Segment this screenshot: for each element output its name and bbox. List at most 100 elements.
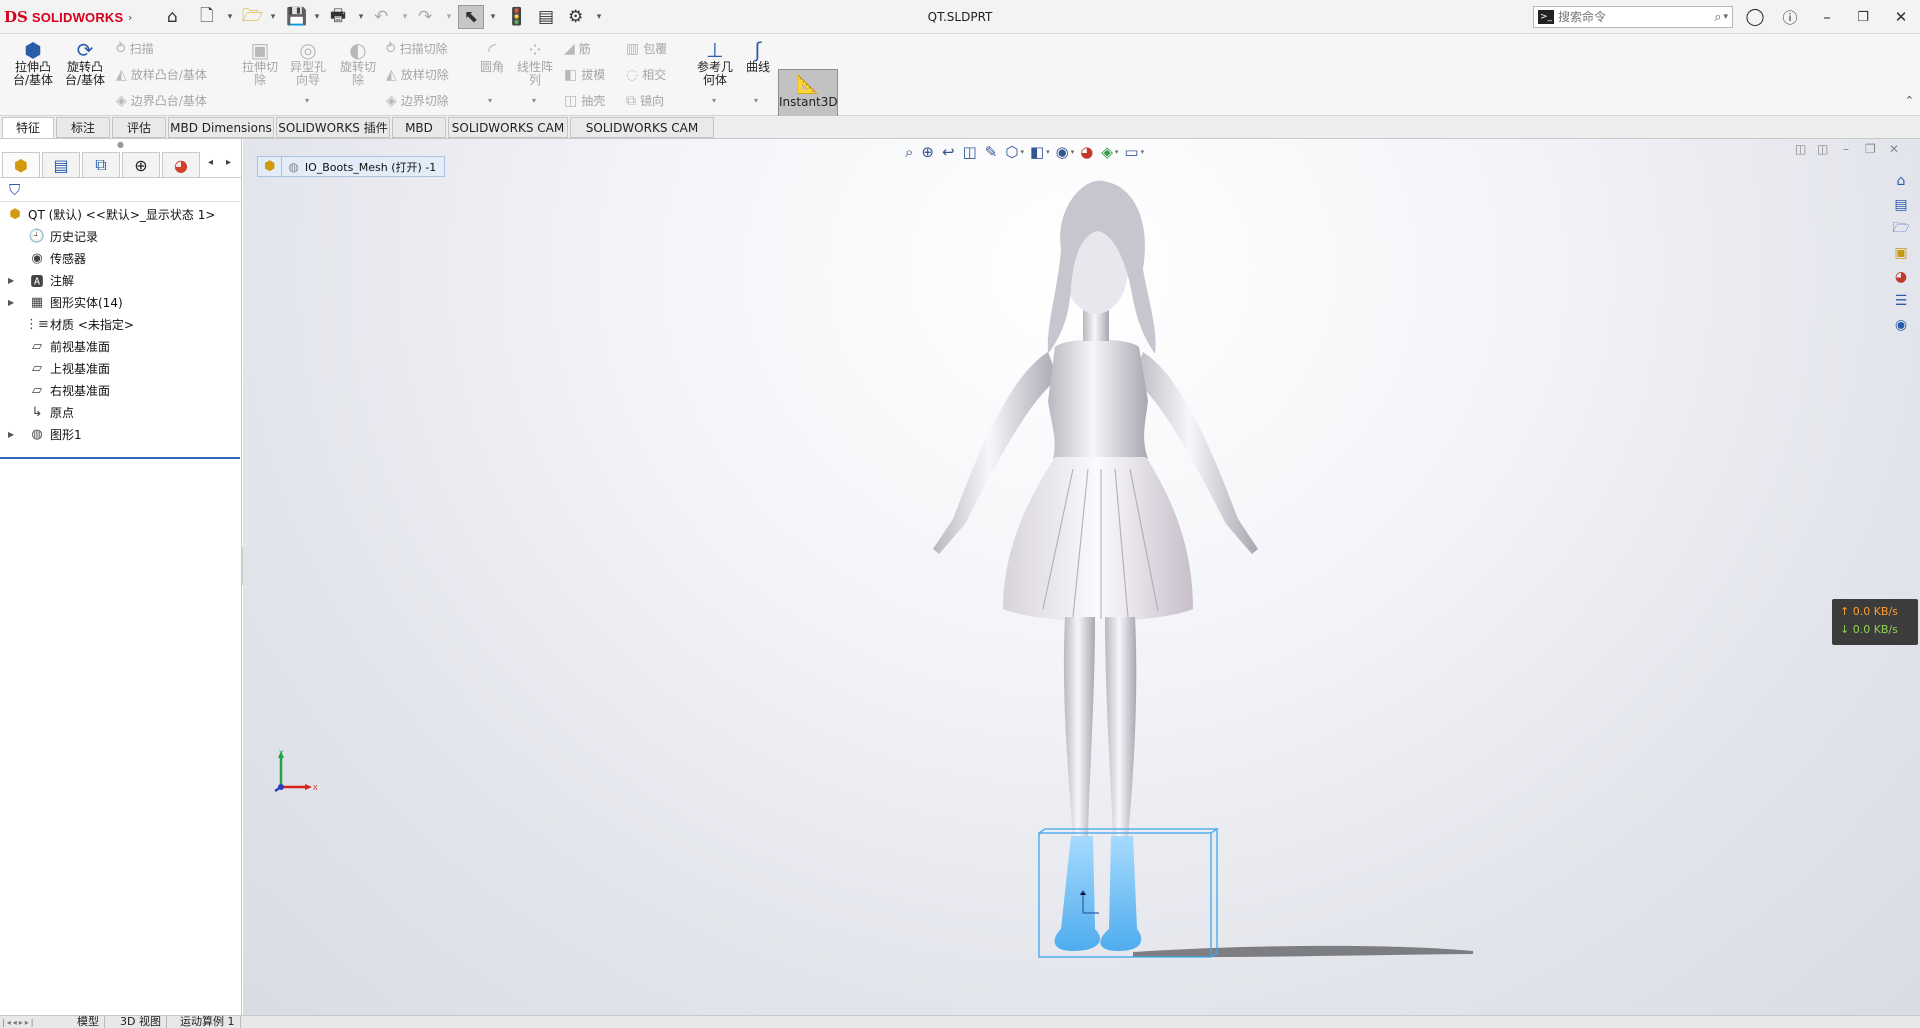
expand-arrow-icon[interactable]: ▶ — [8, 298, 14, 307]
open-dropdown-icon[interactable]: ▾ — [268, 5, 278, 29]
tree-item-mesh-graphic[interactable]: ▶ ◍ 图形1 — [0, 423, 241, 445]
print-dropdown-icon[interactable]: ▾ — [356, 5, 366, 29]
property-manager-tab-icon[interactable]: ▤ — [42, 152, 80, 178]
lofted-cut-button[interactable]: ◭ 放样切除 — [386, 66, 449, 83]
new-dropdown-icon[interactable]: ▾ — [225, 5, 235, 29]
configuration-manager-tab-icon[interactable]: ⧉ — [82, 152, 120, 178]
expand-arrow-icon[interactable]: ▶ — [8, 430, 14, 439]
tab-motion-study-1[interactable]: 运动算例 1 — [175, 1016, 241, 1028]
redo-icon[interactable]: ↷ — [418, 5, 432, 29]
swept-cut-button[interactable]: ⥁ 扫描切除 — [386, 40, 448, 57]
extrude-cut-button[interactable]: ▣ 拉伸切除 — [236, 40, 284, 87]
boundary-cut-button[interactable]: ◈ 边界切除 — [386, 92, 449, 109]
hole-wizard-button[interactable]: ◎ 异型孔向导 — [284, 40, 332, 87]
close-window-icon[interactable]: ✕ — [1886, 4, 1916, 30]
upload-speed: ↑ 0.0 KB/s — [1840, 605, 1898, 618]
restore-window-icon[interactable]: ❐ — [1848, 4, 1878, 30]
revolve-cut-button[interactable]: ◐ 旋转切除 — [334, 40, 382, 87]
scroll-tabs-left-icon[interactable]: ◂ — [208, 157, 213, 168]
undo-dropdown-icon[interactable]: ▾ — [400, 5, 410, 29]
tab-mbd-dimensions[interactable]: MBD Dimensions — [168, 117, 274, 138]
tree-filter-icon[interactable]: ⛉ — [0, 178, 241, 202]
redo-dropdown-icon[interactable]: ▾ — [444, 5, 454, 29]
tree-item-material[interactable]: ⋮≡ 材质 <未指定> — [0, 313, 241, 335]
intersect-button[interactable]: ◌ 相交 — [626, 66, 666, 83]
tree-item-right-plane[interactable]: ▱ 右视基准面 — [0, 379, 241, 401]
options-gear-icon[interactable]: ⚙ — [568, 5, 583, 29]
extrude-boss-button[interactable]: ⬢ 拉伸凸台/基体 — [8, 40, 58, 87]
model-left-leg — [1063, 617, 1095, 839]
display-manager-tab-icon[interactable]: ◕ — [162, 152, 200, 178]
curves-dropdown-icon[interactable]: ▾ — [754, 96, 758, 105]
linear-pattern-icon: ⁘ — [526, 38, 544, 62]
tree-root-part[interactable]: ⬢ QT (默认) <<默认>_显示状态 1> — [0, 203, 241, 225]
search-icon[interactable]: ⌕ — [1714, 10, 1721, 25]
solidworks-logo[interactable]: DS SOLIDWORKS — [4, 7, 123, 27]
user-account-icon[interactable]: ◯ — [1740, 4, 1770, 30]
tab-solidworks-cam-tbm[interactable]: SOLIDWORKS CAM TBM — [570, 117, 714, 156]
tree-item-sensors[interactable]: ◉ 传感器 — [0, 247, 241, 269]
rollback-bar[interactable] — [0, 457, 240, 459]
tab-mbd[interactable]: MBD — [392, 117, 446, 138]
minimize-window-icon[interactable]: – — [1812, 4, 1842, 30]
collapse-ribbon-icon[interactable]: ⌃ — [1905, 94, 1914, 107]
new-document-icon[interactable]: 🗋 — [200, 5, 214, 29]
fillet-button[interactable]: ◜ 圆角 — [470, 40, 514, 74]
tab-annotation[interactable]: 标注 — [56, 117, 110, 138]
scroll-tabs-right-icon[interactable]: ▸ — [226, 157, 231, 168]
file-properties-icon[interactable]: ▤ — [538, 5, 554, 29]
tab-solidworks-addins[interactable]: SOLIDWORKS 插件 — [276, 117, 390, 138]
graphics-area[interactable]: ⬢ ◍ IO_Boots_Mesh (打开) -1 ⌕ ⊕ ↩ ◫ ✎ ⬡ ▾ ◧… — [243, 139, 1920, 1015]
tree-item-graphics-bodies[interactable]: ▶ ▦ 图形实体(14) — [0, 291, 241, 313]
tab-model[interactable]: 模型 — [72, 1016, 105, 1028]
curves-button[interactable]: ʃ 曲线 — [740, 40, 776, 74]
help-icon[interactable]: ⓘ — [1775, 4, 1805, 30]
reference-geometry-button[interactable]: ⊥ 参考几何体 — [692, 40, 738, 87]
undo-icon[interactable]: ↶ — [374, 5, 388, 29]
tab-solidworks-cam[interactable]: SOLIDWORKS CAM — [448, 117, 568, 138]
expand-arrow-icon[interactable]: ▶ — [8, 276, 14, 285]
open-folder-icon[interactable]: 🗁 — [242, 5, 263, 29]
home-icon[interactable]: ⌂ — [167, 5, 178, 29]
rebuild-traffic-light-icon[interactable]: 🚦 — [506, 5, 527, 29]
select-cursor-icon[interactable]: ⬉ — [458, 5, 484, 29]
wrap-button[interactable]: ▥ 包覆 — [626, 40, 667, 57]
tab-scroll-arrows-icon[interactable]: |◂◂▸▸| — [2, 1017, 35, 1028]
tab-features[interactable]: 特征 — [2, 117, 54, 138]
boundary-boss-button[interactable]: ◈ 边界凸台/基体 — [116, 92, 207, 109]
reference-geometry-icon: ⊥ — [706, 38, 724, 62]
print-icon[interactable]: 🖶 — [330, 5, 346, 29]
rib-button[interactable]: ◢ 筋 — [564, 40, 591, 57]
pattern-dropdown-icon[interactable]: ▾ — [532, 96, 536, 105]
search-input[interactable] — [1558, 10, 1715, 24]
tree-item-top-plane[interactable]: ▱ 上视基准面 — [0, 357, 241, 379]
dimxpert-tab-icon[interactable]: ⊕ — [122, 152, 160, 178]
linear-pattern-button[interactable]: ⁘ 线性阵列 — [512, 40, 558, 87]
tree-item-annotations[interactable]: ▶ 🅰 注解 — [0, 269, 241, 291]
tree-item-label: 图形1 — [50, 427, 82, 442]
panel-grip-icon[interactable]: ● — [0, 139, 241, 151]
shell-button[interactable]: ◫ 抽壳 — [564, 92, 605, 109]
tab-evaluate[interactable]: 评估 — [112, 117, 166, 138]
tree-item-front-plane[interactable]: ▱ 前视基准面 — [0, 335, 241, 357]
search-commands-box[interactable]: >_ ⌕ ▾ — [1533, 6, 1733, 28]
mirror-button[interactable]: ⧉ 镜向 — [626, 92, 664, 109]
select-dropdown-icon[interactable]: ▾ — [488, 5, 498, 29]
expand-menu-icon[interactable]: › — [128, 5, 132, 29]
save-dropdown-icon[interactable]: ▾ — [312, 5, 322, 29]
tree-item-history[interactable]: 🕘 历史记录 — [0, 225, 241, 247]
search-dropdown-icon[interactable]: ▾ — [1723, 12, 1728, 22]
options-dropdown-icon[interactable]: ▾ — [594, 5, 604, 29]
feature-manager-tab-icon[interactable]: ⬢ — [2, 152, 40, 178]
save-icon[interactable]: 💾 — [286, 5, 307, 29]
reference-geometry-dropdown-icon[interactable]: ▾ — [712, 96, 716, 105]
tree-item-origin[interactable]: ↳ 原点 — [0, 401, 241, 423]
sweep-button[interactable]: ⥁ 扫描 — [116, 40, 154, 57]
draft-button[interactable]: ◧ 拔模 — [564, 66, 605, 83]
loft-button[interactable]: ◭ 放样凸台/基体 — [116, 66, 207, 83]
mesh-model-figure[interactable] — [243, 139, 1920, 1015]
tab-3d-views[interactable]: 3D 视图 — [115, 1016, 167, 1028]
hole-wizard-dropdown-icon[interactable]: ▾ — [305, 96, 309, 105]
fillet-dropdown-icon[interactable]: ▾ — [488, 96, 492, 105]
revolve-boss-button[interactable]: ⟳ 旋转凸台/基体 — [60, 40, 110, 87]
